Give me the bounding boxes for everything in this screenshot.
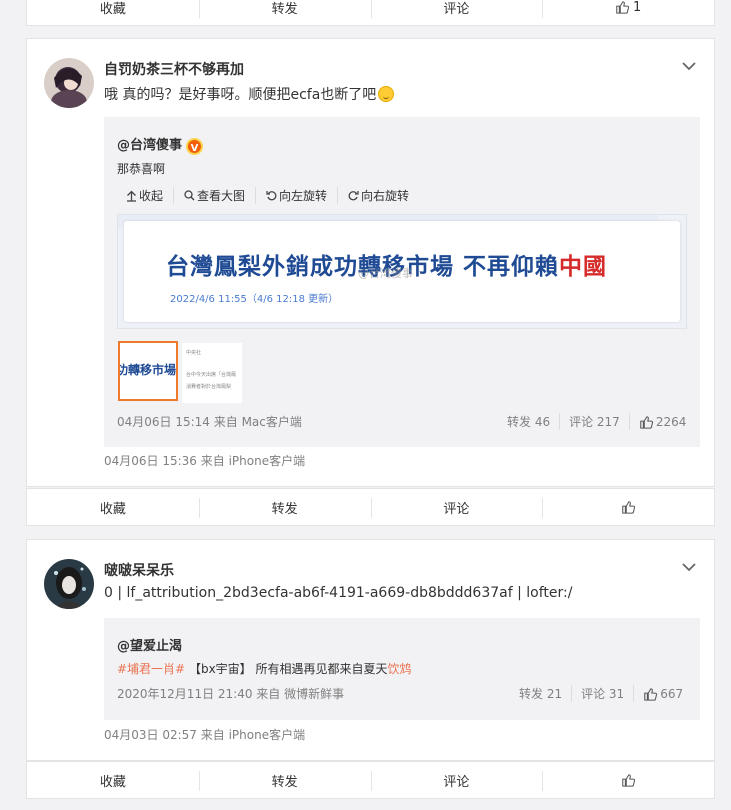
- like-count-label: 2264: [655, 414, 687, 429]
- collapse-button[interactable]: 收起: [126, 187, 175, 204]
- repost-text: 那恭喜啊: [117, 162, 166, 176]
- comment-count-label: 评论 217: [569, 415, 620, 429]
- comment-button[interactable]: 评论: [370, 0, 543, 25]
- like-count[interactable]: 2264: [630, 414, 687, 429]
- topic-link[interactable]: #埔君一肖#: [117, 662, 185, 676]
- post-2-action-bar: 收藏 转发 评论: [26, 761, 715, 799]
- post-text-content: 哦 真的吗？是好事呀。顺便把ecfa也断了吧: [104, 87, 377, 103]
- post-1-action-bar: 收藏 转发 评论: [26, 488, 715, 526]
- repost-stats: 转发 21 评论 31 667: [510, 685, 683, 702]
- rotate-right-button[interactable]: 向右旋转: [348, 187, 419, 204]
- avatar[interactable]: [44, 58, 94, 108]
- like-button[interactable]: 1: [542, 0, 714, 25]
- inline-link[interactable]: 饮鸩: [388, 662, 412, 676]
- collect-label: 收藏: [99, 1, 126, 17]
- chevron-down-icon[interactable]: [682, 59, 696, 75]
- collect-button[interactable]: 收藏: [27, 762, 199, 798]
- magnifier-icon: [184, 190, 195, 201]
- arrow-up-icon: [127, 190, 136, 202]
- thumbs-up-icon: [639, 415, 653, 429]
- thumbnail-1[interactable]: 功轉移市場: [118, 341, 178, 401]
- author-name[interactable]: 啵啵呆呆乐: [104, 560, 174, 580]
- rotate-left-button[interactable]: 向左旋转: [266, 187, 339, 204]
- repost-label: 转发: [271, 1, 298, 17]
- like-count: 1: [632, 0, 642, 15]
- post-card-1: 自罚奶茶三杯不够再加 哦 真的吗？是好事呀。顺便把ecfa也断了吧 @台湾傻事 V…: [26, 38, 715, 487]
- avatar[interactable]: [44, 559, 94, 609]
- comment-label: 评论: [443, 774, 470, 790]
- reposted-content: @台湾傻事 V 那恭喜啊 收起 查看大图 向左旋转 向右旋转 台灣鳳梨外銷成功轉…: [104, 117, 700, 447]
- thumbs-up-icon: [621, 773, 635, 787]
- rotate-right-icon: [348, 191, 359, 201]
- image-watermark: @台湾傻事: [358, 267, 413, 280]
- repost-button[interactable]: 转发: [198, 0, 371, 25]
- repost-count-label: 转发 46: [507, 415, 551, 429]
- comment-label: 评论: [443, 1, 470, 17]
- like-count[interactable]: 667: [634, 687, 683, 701]
- repost-count-label: 转发 21: [519, 687, 563, 701]
- thumbnail-2[interactable]: 中央社 台中今天出席「台灣鳳 消費者對於台灣鳳梨: [182, 343, 242, 403]
- thumbnail-1-text: 功轉移市場: [118, 363, 177, 377]
- comment-count[interactable]: 评论 217: [560, 413, 630, 430]
- repost-text: #埔君一肖# 【bx宇宙】 所有相遇再见都来自夏天饮鸩: [117, 660, 412, 677]
- rotate-left-icon: [266, 191, 277, 201]
- prev-post-action-bar: 收藏 转发 评论 1: [26, 0, 715, 26]
- repost-author[interactable]: @台湾傻事 V: [117, 134, 204, 155]
- comment-label: 评论: [443, 501, 470, 517]
- smile-emoji-icon: [378, 86, 395, 102]
- view-large-label: 查看大图: [197, 189, 246, 203]
- repost-label: 转发: [271, 501, 298, 517]
- chevron-down-icon[interactable]: [682, 560, 696, 576]
- thumbnail-2-line: 中央社: [186, 350, 202, 356]
- comment-button[interactable]: 评论: [370, 489, 543, 525]
- post-time[interactable]: 04月03日 02:57 来自 iPhone客户端: [104, 726, 305, 743]
- comment-button[interactable]: 评论: [370, 762, 543, 798]
- repost-author[interactable]: @望爱止渴: [117, 635, 182, 654]
- repost-time[interactable]: 04月06日 15:14 来自 Mac客户端: [117, 413, 302, 430]
- repost-author-name[interactable]: @台湾傻事: [117, 138, 182, 153]
- post-text: 哦 真的吗？是好事呀。顺便把ecfa也断了吧: [104, 84, 395, 104]
- post-card-2: 啵啵呆呆乐 0 | lf_attribution_2bd3ecfa-ab6f-4…: [26, 539, 715, 761]
- view-large-button[interactable]: 查看大图: [184, 187, 257, 204]
- verified-badge-icon: V: [186, 138, 204, 155]
- collect-label: 收藏: [99, 774, 126, 790]
- image-toolbar: 收起 查看大图 向左旋转 向右旋转: [126, 187, 419, 204]
- collect-button[interactable]: 收藏: [27, 0, 199, 25]
- repost-label: 转发: [271, 774, 298, 790]
- like-button[interactable]: [542, 489, 714, 525]
- post-time[interactable]: 04月06日 15:36 来自 iPhone客户端: [104, 452, 305, 469]
- thumbnail-2-line: 消費者對於台灣鳳梨: [186, 384, 232, 390]
- repost-time[interactable]: 2020年12月11日 21:40 来自 微博新鲜事: [117, 685, 344, 702]
- headline-red-text: 中國: [559, 254, 608, 280]
- post-text: 0 | lf_attribution_2bd3ecfa-ab6f-4191-a6…: [104, 585, 573, 601]
- rotate-right-label: 向右旋转: [361, 189, 410, 203]
- repost-count[interactable]: 转发 21: [510, 685, 573, 702]
- thumbs-up-icon: [615, 0, 629, 14]
- repost-button[interactable]: 转发: [198, 489, 371, 525]
- thumbs-up-icon: [621, 500, 635, 514]
- reposted-content: @望爱止渴 #埔君一肖# 【bx宇宙】 所有相遇再见都来自夏天饮鸩 2020年1…: [104, 618, 700, 720]
- like-button[interactable]: [542, 762, 714, 798]
- repost-count[interactable]: 转发 46: [498, 413, 561, 430]
- collect-button[interactable]: 收藏: [27, 489, 199, 525]
- collapse-label: 收起: [139, 189, 164, 203]
- like-count-label: 667: [660, 686, 684, 701]
- thumbnail-2-line: 台中今天出席「台灣鳳: [186, 372, 237, 378]
- thumbs-up-icon: [643, 687, 657, 701]
- news-image[interactable]: 台灣鳳梨外銷成功轉移市場 不再仰賴中國 2022/4/6 11:55（4/6 1…: [117, 214, 687, 329]
- comment-count-label: 评论 31: [581, 687, 625, 701]
- repost-stats: 转发 46 评论 217 2264: [498, 413, 686, 430]
- author-name[interactable]: 自罚奶茶三杯不够再加: [104, 59, 244, 79]
- collect-label: 收藏: [99, 501, 126, 517]
- rotate-left-label: 向左旋转: [279, 189, 328, 203]
- news-date: 2022/4/6 11:55（4/6 12:18 更新）: [170, 294, 339, 305]
- repost-text-content: 【bx宇宙】 所有相遇再见都来自夏天: [188, 662, 388, 676]
- repost-button[interactable]: 转发: [198, 762, 371, 798]
- comment-count[interactable]: 评论 31: [572, 685, 635, 702]
